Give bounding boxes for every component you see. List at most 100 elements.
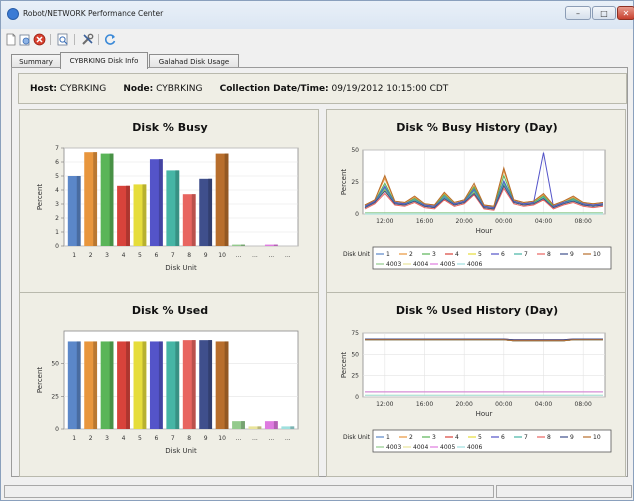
open-report-icon[interactable] (18, 32, 32, 46)
title-bar: Robot/NETWORK Performance Center – □ ✕ (1, 1, 634, 29)
x-tick-label: ... (285, 435, 291, 442)
legend-entry: 4004 (413, 261, 428, 268)
host-value: CYBRKING (59, 84, 107, 94)
refresh-icon[interactable] (103, 32, 117, 46)
new-document-icon[interactable] (4, 32, 18, 46)
disk-busy-chart-panel: Disk % Busy 0 1 2 3 4 5 6 7 1 2 3 4 5 6 7 8 9 10..........… (19, 109, 319, 294)
y-tick-label: 1 (55, 229, 59, 236)
y-tick-label: 7 (55, 145, 59, 152)
minimize-icon: – (576, 8, 580, 18)
x-tick-label: 6 (154, 435, 158, 442)
close-button[interactable]: ✕ (617, 6, 634, 20)
bar-shade (175, 170, 180, 246)
y-axis-label: Percent (340, 169, 348, 196)
y-tick-label: 25 (351, 373, 359, 380)
legend-entry: 10 (593, 251, 601, 258)
bar-shade (142, 184, 147, 246)
y-tick-label: 2 (55, 215, 59, 222)
y-tick-label: 0 (55, 426, 59, 433)
maximize-button[interactable]: □ (592, 6, 616, 20)
tab-label: CYBRKING Disk Info (69, 57, 139, 65)
legend-entry: 2 (409, 251, 413, 258)
bar-shade (191, 340, 196, 429)
legend-entry: 4 (455, 251, 459, 258)
bar-shade (208, 178, 213, 246)
legend-entry: 10 (593, 434, 601, 441)
y-tick-label: 50 (351, 351, 359, 358)
x-tick-label: 2 (89, 252, 93, 259)
legend-entry: 4004 (413, 444, 428, 451)
legend-entry: 7 (524, 251, 528, 258)
x-tick-label: 04:00 (535, 218, 552, 225)
bar-shade (76, 176, 81, 246)
x-tick-label: 00:00 (495, 401, 512, 408)
legend-title: Disk Unit (343, 434, 371, 441)
x-tick-label: 5 (138, 252, 142, 259)
bar-shade (175, 341, 180, 429)
x-tick-label: 08:00 (575, 218, 592, 225)
x-tick-label: 8 (187, 435, 191, 442)
x-tick-label: 04:00 (535, 401, 552, 408)
x-tick-label: 10 (218, 252, 226, 259)
x-axis-label: Disk Unit (165, 264, 197, 272)
y-tick-label: 0 (55, 243, 59, 250)
legend-entry: 3 (432, 251, 436, 258)
x-tick-label: 10 (218, 435, 226, 442)
bar-shade (126, 185, 130, 246)
minimize-button[interactable]: – (565, 6, 591, 20)
legend-entry: 5 (478, 251, 482, 258)
x-tick-label: 7 (171, 252, 175, 259)
legend-entry: 8 (547, 434, 551, 441)
bar-chart-svg: Disk % Used 0 25 50 1 2 3 4 5 6 7 8 9 10......... ... D… (36, 304, 299, 455)
legend-entry: 5 (478, 434, 482, 441)
legend-entry: 6 (501, 434, 505, 441)
x-tick-label: 9 (204, 252, 208, 259)
bar-shade (224, 341, 229, 429)
x-tick-label: 6 (154, 252, 158, 259)
plot-area (362, 332, 606, 398)
print-preview-icon[interactable] (56, 32, 70, 46)
tab-summary[interactable]: Summary (11, 54, 61, 68)
collection-info-row: Host: CYBRKING Node: CYBRKING Collection… (30, 84, 448, 94)
stop-icon[interactable] (32, 32, 46, 46)
bar-shade (257, 426, 262, 429)
x-tick-label: 1 (72, 252, 76, 259)
x-axis-label: Hour (476, 227, 493, 235)
collection-info-panel: Host: CYBRKING Node: CYBRKING Collection… (18, 73, 627, 104)
line-chart-svg: Disk % Used History (Day)025507512:00 16:… (340, 304, 612, 453)
bar-shade (273, 421, 278, 429)
tab-galahad-disk-usage[interactable]: Galahad Disk Usage (149, 54, 239, 68)
bar-shade (109, 153, 114, 246)
status-segment-secondary (496, 485, 632, 498)
legend-entry: 8 (547, 251, 551, 258)
window-title: Robot/NETWORK Performance Center (23, 9, 164, 18)
bar-shade (290, 426, 295, 429)
host-label: Host: (30, 84, 57, 94)
bar-shade (208, 340, 213, 429)
bar-shade (93, 152, 98, 246)
x-tick-label: ... (252, 252, 258, 259)
collection-date-label: Collection Date/Time: (219, 84, 329, 94)
x-tick-label: ... (236, 435, 242, 442)
plot-area (63, 147, 299, 247)
legend-entry: 7 (524, 434, 528, 441)
chart-title: Disk % Used (132, 304, 208, 317)
collection-date-value: 09/19/2012 10:15:00 CDT (331, 84, 449, 94)
x-tick-label: ... (268, 435, 274, 442)
x-tick-label: 9 (204, 435, 208, 442)
y-tick-label: 25 (51, 393, 59, 400)
tab-cybrking-disk-info[interactable]: CYBRKING Disk Info (60, 52, 148, 69)
line-chart-svg: Disk % Busy History (Day)0255012:00 16:00… (340, 121, 612, 270)
tools-icon[interactable] (80, 32, 94, 46)
x-tick-label: 16:00 (416, 218, 433, 225)
maximize-icon: □ (600, 8, 608, 18)
x-tick-label: 08:00 (575, 401, 592, 408)
y-tick-label: 25 (351, 179, 359, 186)
y-axis-label: Percent (36, 367, 44, 394)
y-tick-label: 50 (351, 147, 359, 154)
toolbar-separator (74, 34, 75, 45)
tab-label: Summary (19, 57, 53, 66)
bar-shade (158, 341, 163, 429)
disk-used-chart-panel: Disk % Used 0 25 50 1 2 3 4 5 6 7 8 9 10............ D… (19, 292, 319, 477)
bar-shade (241, 421, 245, 429)
